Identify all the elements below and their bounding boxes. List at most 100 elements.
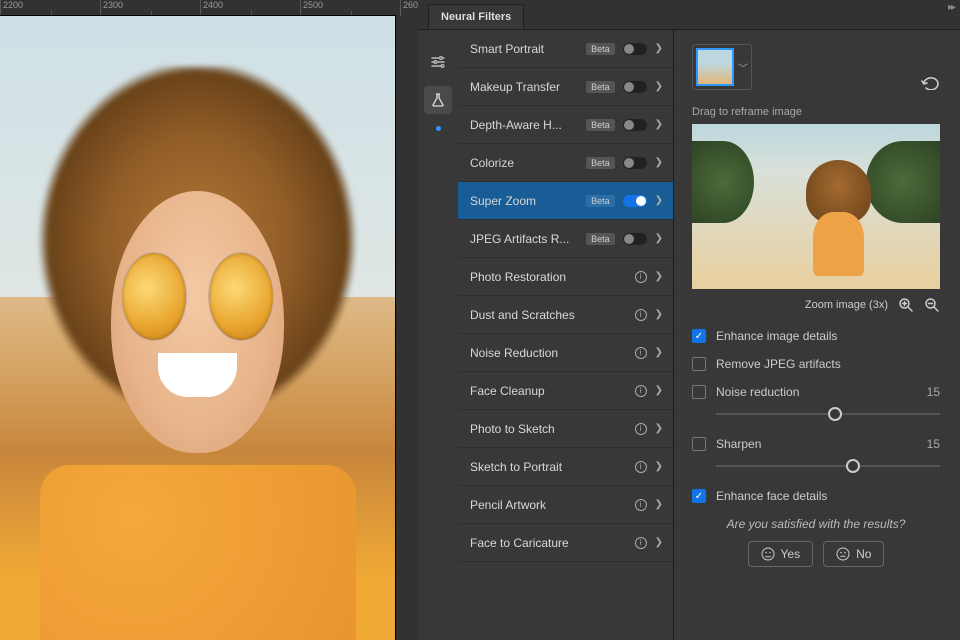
active-indicator-dot (436, 126, 441, 131)
filter-item-dust-and-scratches[interactable]: Dust and Scratches i ❯ (458, 296, 673, 334)
noise-reduction-checkbox[interactable] (692, 385, 706, 399)
filter-item-sketch-to-portrait[interactable]: Sketch to Portrait i ❯ (458, 448, 673, 486)
filter-item-photo-to-sketch[interactable]: Photo to Sketch i ❯ (458, 410, 673, 448)
horizontal-ruler: 2200230024002500260027002800290030003100… (0, 0, 418, 16)
ruler-tick: 2500 (300, 0, 400, 16)
info-icon[interactable]: i (635, 271, 647, 283)
layer-thumbnail-picker[interactable]: ﹀ (692, 44, 752, 90)
info-icon[interactable]: i (635, 385, 647, 397)
filter-item-face-cleanup[interactable]: Face Cleanup i ❯ (458, 372, 673, 410)
enhance-face-label: Enhance face details (716, 489, 940, 503)
zoom-out-button[interactable] (924, 297, 940, 313)
no-label: No (856, 547, 871, 561)
chevron-right-icon: ❯ (655, 119, 663, 130)
chevron-right-icon: ❯ (655, 537, 663, 548)
filter-item-colorize[interactable]: ColorizeBeta❯ (458, 144, 673, 182)
zoom-in-button[interactable] (898, 297, 914, 313)
reset-button[interactable] (920, 74, 940, 90)
feedback-no-button[interactable]: No (823, 541, 884, 567)
filter-name: Smart Portrait (470, 42, 578, 56)
canvas-area: 2200230024002500260027002800290030003100… (0, 0, 418, 640)
filter-name: Depth-Aware H... (470, 118, 578, 132)
tab-neural-filters[interactable]: Neural Filters (428, 4, 524, 29)
ruler-tick: 2200 (0, 0, 100, 16)
filter-item-photo-restoration[interactable]: Photo Restoration i ❯ (458, 258, 673, 296)
info-icon[interactable]: i (635, 309, 647, 321)
beta-badge: Beta (586, 119, 615, 131)
ruler-tick: 2600 (400, 0, 418, 16)
filter-name: Makeup Transfer (470, 80, 578, 94)
ruler-tick: 2300 (100, 0, 200, 16)
sharpen-value: 15 (927, 437, 940, 451)
chevron-right-icon: ❯ (655, 461, 663, 472)
filter-toggle[interactable] (623, 119, 647, 131)
document-image[interactable] (0, 16, 395, 640)
filter-name: JPEG Artifacts R... (470, 232, 578, 246)
filter-name: Sketch to Portrait (470, 460, 627, 474)
filter-name: Photo to Sketch (470, 422, 627, 436)
filter-item-jpeg-artifacts-r[interactable]: JPEG Artifacts R... Beta ❯ (458, 220, 673, 258)
noise-reduction-slider[interactable] (716, 405, 940, 423)
chevron-right-icon: ❯ (655, 81, 663, 92)
filter-toggle[interactable] (623, 43, 647, 55)
feedback-question: Are you satisfied with the results? (692, 517, 940, 531)
flask-icon (430, 92, 446, 108)
filter-item-super-zoom[interactable]: Super ZoomBeta❯ (458, 182, 673, 220)
info-icon[interactable]: i (635, 499, 647, 511)
filter-name: Pencil Artwork (470, 498, 627, 512)
filter-item-makeup-transfer[interactable]: Makeup Transfer Beta ❯ (458, 68, 673, 106)
remove-jpeg-label: Remove JPEG artifacts (716, 357, 940, 371)
preview-image[interactable] (692, 124, 940, 289)
enhance-face-checkbox[interactable] (692, 489, 706, 503)
filter-toggle[interactable] (623, 195, 647, 207)
filter-name: Photo Restoration (470, 270, 627, 284)
zoom-out-icon (924, 297, 940, 313)
filter-name: Face to Caricature (470, 536, 627, 550)
chevron-right-icon: ❯ (655, 233, 663, 244)
filter-item-pencil-artwork[interactable]: Pencil Artwork i ❯ (458, 486, 673, 524)
filter-item-smart-portrait[interactable]: Smart PortraitBeta❯ (458, 30, 673, 68)
zoom-level-label: Zoom image (3x) (805, 299, 888, 311)
feedback-yes-button[interactable]: Yes (748, 541, 814, 567)
beta-filters-button[interactable] (424, 86, 452, 114)
filter-item-depth-aware-h[interactable]: Depth-Aware H... Beta ❯ (458, 106, 673, 144)
yes-label: Yes (781, 547, 801, 561)
filter-name: Face Cleanup (470, 384, 627, 398)
chevron-right-icon: ❯ (655, 499, 663, 510)
featured-filters-button[interactable] (424, 48, 452, 76)
enhance-details-checkbox[interactable] (692, 329, 706, 343)
neural-filters-panel: ▸▸ Neural Filters Smart PortraitBeta❯Mak… (418, 0, 960, 640)
filter-name: Super Zoom (470, 194, 578, 208)
filter-toggle[interactable] (623, 233, 647, 245)
info-icon[interactable]: i (635, 537, 647, 549)
noise-reduction-value: 15 (927, 385, 940, 399)
chevron-right-icon: ❯ (655, 309, 663, 320)
chevron-right-icon: ❯ (655, 43, 663, 54)
chevron-down-icon: ﹀ (738, 60, 748, 75)
sliders-icon (430, 54, 446, 70)
enhance-details-label: Enhance image details (716, 329, 940, 343)
panel-flyout-icon[interactable]: ▸▸ (948, 2, 954, 13)
smile-icon (761, 547, 775, 561)
info-icon[interactable]: i (635, 423, 647, 435)
noise-reduction-label: Noise reduction (716, 385, 917, 399)
remove-jpeg-checkbox[interactable] (692, 357, 706, 371)
chevron-right-icon: ❯ (655, 385, 663, 396)
filter-mode-rail (418, 30, 458, 640)
beta-badge: Beta (586, 81, 615, 93)
chevron-right-icon: ❯ (655, 423, 663, 434)
sharpen-checkbox[interactable] (692, 437, 706, 451)
info-icon[interactable]: i (635, 461, 647, 473)
layer-thumbnail (696, 48, 734, 86)
chevron-right-icon: ❯ (655, 347, 663, 358)
sharpen-slider[interactable] (716, 457, 940, 475)
filter-name: Colorize (470, 156, 578, 170)
filter-name: Dust and Scratches (470, 308, 627, 322)
filter-toggle[interactable] (623, 81, 647, 93)
info-icon[interactable]: i (635, 347, 647, 359)
filter-toggle[interactable] (623, 157, 647, 169)
filter-item-face-to-caricature[interactable]: Face to Caricature i ❯ (458, 524, 673, 562)
chevron-right-icon: ❯ (655, 271, 663, 282)
beta-badge: Beta (586, 233, 615, 245)
filter-item-noise-reduction[interactable]: Noise Reductioni❯ (458, 334, 673, 372)
